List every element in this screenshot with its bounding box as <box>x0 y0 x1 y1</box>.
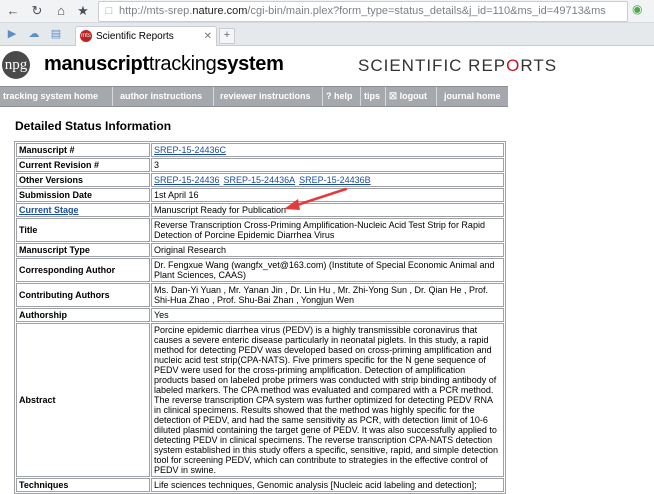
manuscript-value: SREP-15-24436C <box>151 143 504 157</box>
contributing-label: Contributing Authors <box>16 283 150 307</box>
status-details-table: Manuscript # SREP-15-24436C Current Revi… <box>14 141 506 494</box>
nav-help[interactable]: ? help <box>323 87 361 106</box>
current-stage-link[interactable]: Current Stage <box>19 205 79 215</box>
version-link[interactable]: SREP-15-24436B <box>299 175 371 185</box>
abstract-value: Porcine epidemic diarrhea virus (PEDV) i… <box>151 323 504 477</box>
stage-value: Manuscript Ready for Publication <box>151 203 504 217</box>
mts-title: manuscripttrackingsystem <box>44 53 284 76</box>
sidebar-toggle-icon[interactable]: ▶ <box>4 26 20 42</box>
address-bar[interactable]: □ http://mts-srep.nature.com/cgi-bin/main… <box>98 1 628 22</box>
tab-favicon: mts <box>80 30 92 43</box>
type-value: Original Research <box>151 243 504 257</box>
site-nav: tracking system home author instructions… <box>0 86 508 107</box>
tab-close-icon[interactable]: ✕ <box>204 27 212 46</box>
sr-logo-part3: RTS <box>520 56 558 75</box>
tab-title: Scientific Reports <box>96 31 174 42</box>
stage-label-cell: Current Stage <box>16 203 150 217</box>
title-label: Title <box>16 218 150 242</box>
scientific-reports-logo[interactable]: SCIENTIFIC REPORTS <box>358 56 557 76</box>
authorship-label: Authorship <box>16 308 150 322</box>
row-abstract: Abstract Porcine epidemic diarrhea virus… <box>16 323 504 477</box>
submission-label: Submission Date <box>16 188 150 202</box>
security-shield-icon[interactable]: ◉ <box>632 2 642 16</box>
version-link[interactable]: SREP-15-24436A <box>224 175 296 185</box>
nav-journal-home[interactable]: journal home <box>437 87 508 106</box>
row-other-versions: Other Versions SREP-15-24436 SREP-15-2443… <box>16 173 504 187</box>
other-versions-value: SREP-15-24436 SREP-15-24436A SREP-15-24436… <box>151 173 504 187</box>
tab-scientific-reports[interactable]: mts Scientific Reports ✕ <box>75 26 217 46</box>
tab-list-icon[interactable]: ▤ <box>48 26 64 42</box>
row-contributing-authors: Contributing Authors Ms. Dan-Yi Yuan , M… <box>16 283 504 307</box>
back-icon[interactable]: ← <box>4 2 22 20</box>
manuscript-link[interactable]: SREP-15-24436C <box>154 145 226 155</box>
revision-label: Current Revision # <box>16 158 150 172</box>
url-suffix: /cgi-bin/main.plex?form_type=status_deta… <box>247 5 606 17</box>
nav-logout[interactable]: ☒ logout <box>386 87 437 106</box>
row-title: Title Reverse Transcription Cross-Primin… <box>16 218 504 242</box>
corresponding-label: Corresponding Author <box>16 258 150 282</box>
row-corresponding-author: Corresponding Author Dr. Fengxue Wang (w… <box>16 258 504 282</box>
url-domain: nature.com <box>192 5 248 17</box>
corresponding-value: Dr. Fengxue Wang (wangfx_vet@163.com) (I… <box>151 258 504 282</box>
bookmark-star-icon[interactable]: ★ <box>74 2 92 20</box>
contributing-value: Ms. Dan-Yi Yuan , Mr. Yanan Jin , Dr. Li… <box>151 283 504 307</box>
row-authorship: Authorship Yes <box>16 308 504 322</box>
nav-reviewer-instructions[interactable]: reviewer instructions <box>214 87 323 106</box>
url-prefix: http://mts-srep. <box>119 5 193 17</box>
title-word-system: system <box>216 53 284 75</box>
page-title: Detailed Status Information <box>15 119 172 133</box>
new-tab-button[interactable]: + <box>219 28 235 44</box>
home-icon[interactable]: ⌂ <box>52 2 70 20</box>
revision-value: 3 <box>151 158 504 172</box>
row-revision: Current Revision # 3 <box>16 158 504 172</box>
nav-author-instructions[interactable]: author instructions <box>113 87 214 106</box>
sr-logo-o: O <box>506 56 521 75</box>
refresh-icon[interactable]: ↻ <box>28 2 46 20</box>
authorship-value: Yes <box>151 308 504 322</box>
title-word-tracking: tracking <box>148 53 217 75</box>
version-link[interactable]: SREP-15-24436 <box>154 175 220 185</box>
nav-tips[interactable]: tips <box>361 87 386 106</box>
title-word-manuscript: manuscript <box>44 53 149 75</box>
row-manuscript-type: Manuscript Type Original Research <box>16 243 504 257</box>
techniques-value: Life sciences techniques, Genomic analys… <box>151 478 504 492</box>
row-submission-date: Submission Date 1st April 16 <box>16 188 504 202</box>
title-value: Reverse Transcription Cross-Priming Ampl… <box>151 218 504 242</box>
sr-logo-part1: SCIENTIFIC REP <box>358 56 507 75</box>
cloud-icon[interactable]: ☁ <box>26 26 42 42</box>
browser-toolbar: ← ↻ ⌂ ★ □ http://mts-srep.nature.com/cgi-… <box>0 0 654 23</box>
npg-logo[interactable]: npg <box>2 51 30 79</box>
nav-tracking-system-home[interactable]: tracking system home <box>0 87 113 106</box>
type-label: Manuscript Type <box>16 243 150 257</box>
submission-value: 1st April 16 <box>151 188 504 202</box>
techniques-label: Techniques <box>16 478 150 492</box>
manuscript-label: Manuscript # <box>16 143 150 157</box>
row-manuscript: Manuscript # SREP-15-24436C <box>16 143 504 157</box>
row-current-stage: Current Stage Manuscript Ready for Publi… <box>16 203 504 217</box>
row-techniques: Techniques Life sciences techniques, Gen… <box>16 478 504 492</box>
abstract-label: Abstract <box>16 323 150 477</box>
other-versions-label: Other Versions <box>16 173 150 187</box>
browser-tab-bar: ▶ ☁ ▤ mts Scientific Reports ✕ + <box>0 23 654 46</box>
page-icon: □ <box>105 5 113 17</box>
site-header: npg manuscripttrackingsystem SCIENTIFIC … <box>0 46 654 84</box>
